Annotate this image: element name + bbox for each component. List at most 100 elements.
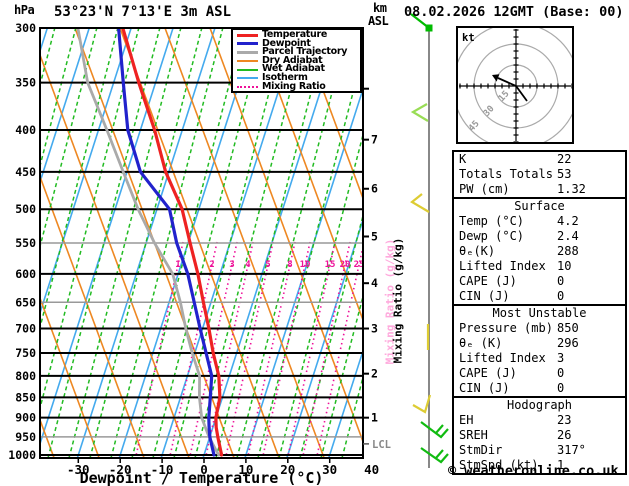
legend-swatch-solid [237, 68, 258, 71]
table-row-value: 296 [557, 336, 579, 350]
table-row: CIN (J) 0 [454, 381, 625, 396]
table-row: Totals Totals 53 [454, 167, 625, 182]
asl-unit-label: ASL [368, 14, 389, 28]
svg-text:15: 15 [325, 260, 336, 270]
sounding-indices-table: K 22 Totals Totals 53 PW (cm) 1.32 Surface Temp… [452, 150, 627, 475]
table-row-value: 3 [557, 351, 565, 365]
table-row-label: Lifted Index [459, 259, 546, 273]
legend-swatch-solid [237, 77, 258, 80]
table-row: EH 23 [454, 413, 625, 428]
table-row-value: 0 [557, 381, 565, 395]
wind-barb-column [410, 13, 449, 468]
svg-text:950: 950 [15, 430, 36, 444]
table-row: StmDir 317° [454, 443, 625, 458]
table-row-label: CAPE (J) [459, 274, 517, 288]
table-section-header: Hodograph [506, 398, 573, 412]
wind-barb [410, 193, 430, 213]
table-row-value: 23 [557, 413, 572, 427]
table-row: CIN (J) 0 [454, 289, 625, 304]
svg-text:4: 4 [371, 276, 378, 290]
svg-text:2: 2 [209, 260, 214, 270]
svg-text:4: 4 [245, 260, 251, 270]
svg-text:600: 600 [15, 267, 36, 281]
table-section: Most Unstable Pressure (mb) 850 θₑ (K) 296 Li… [454, 304, 625, 396]
svg-text:40: 40 [364, 462, 379, 477]
svg-text:8: 8 [287, 260, 292, 270]
svg-text:3: 3 [371, 322, 378, 336]
svg-text:5: 5 [265, 260, 270, 270]
table-row-value: 1.32 [557, 182, 586, 196]
legend-swatch-solid [237, 33, 258, 37]
table-row-label: Temp (°C) [459, 214, 525, 228]
svg-text:LCL: LCL [372, 439, 391, 451]
pressure-unit-label: hPa [14, 3, 35, 17]
svg-text:3: 3 [229, 260, 234, 270]
table-row: CAPE (J) 0 [454, 366, 625, 381]
lcl-marker: LCL [363, 439, 391, 451]
wind-barb [420, 447, 449, 464]
wind-barb [435, 424, 444, 434]
wind-barb [412, 394, 432, 414]
table-row: Lifted Index 3 [454, 351, 625, 366]
svg-text:2: 2 [371, 367, 378, 381]
legend-swatch-solid [237, 42, 258, 46]
mixing-ratio-axis-label: Mixing Ratio (g/kg) [391, 237, 405, 364]
km-unit-label: km [373, 1, 387, 15]
datetime-label: 08.02.2026 12GMT (Base: 00) [404, 4, 624, 20]
svg-text:300: 300 [15, 21, 36, 35]
table-row: CAPE (J) 0 [454, 274, 625, 289]
table-section: Hodograph EH 23 SREH 26 StmDir 317° StmSpd (kt)… [454, 396, 625, 473]
table-section-header: Surface [514, 199, 565, 213]
legend-box: Temperature Dewpoint Parcel Trajectory Dry … [231, 28, 362, 93]
table-row-label: Totals Totals [459, 167, 553, 181]
legend-swatch-dotted [237, 85, 258, 88]
table-row: SREH 26 [454, 428, 625, 443]
svg-text:1: 1 [175, 260, 180, 270]
table-row-label: θₑ (K) [459, 336, 503, 350]
wind-barb [420, 421, 449, 439]
table-row-value: 22 [557, 152, 572, 166]
legend-swatch-solid [237, 50, 258, 54]
table-row-label: PW (cm) [459, 182, 510, 196]
table-row: Pressure (mb) 850 [454, 321, 625, 336]
table-row: Lifted Index 10 [454, 259, 625, 274]
table-row-value: 288 [557, 244, 579, 258]
wind-barb [435, 449, 444, 459]
table-row: θₑ(K) 288 [454, 244, 625, 259]
table-row-label: Pressure (mb) [459, 321, 553, 335]
table-section-header: Most Unstable [492, 306, 587, 320]
table-row: Dewp (°C) 2.4 [454, 229, 625, 244]
svg-text:450: 450 [15, 165, 36, 179]
table-row: Temp (°C) 4.2 [454, 214, 625, 229]
svg-text:kt: kt [462, 32, 475, 44]
svg-text:800: 800 [15, 369, 36, 383]
table-row-value: 4.2 [557, 214, 579, 228]
hodograph: 153045kt [456, 26, 574, 144]
skewt-sounding-page: 300 350 400 450 500 550 600 650 700 750 800 850 900 9… [0, 0, 629, 486]
svg-text:7: 7 [371, 133, 378, 147]
table-row-value: 317° [557, 443, 586, 457]
svg-text:5: 5 [371, 229, 378, 243]
table-row-value: 10 [557, 259, 572, 273]
table-row-label: CIN (J) [459, 381, 510, 395]
footer-copyright: © weatheronline.co.uk [448, 463, 619, 479]
table-row-value: 850 [557, 321, 579, 335]
table-row-label: CAPE (J) [459, 366, 517, 380]
table-row-value: 0 [557, 366, 565, 380]
table-row-label: CIN (J) [459, 289, 510, 303]
page-title: 53°23'N 7°13'E 3m ASL [54, 4, 232, 20]
table-row-label: θₑ(K) [459, 244, 496, 258]
svg-text:500: 500 [15, 202, 36, 216]
xaxis-title: Dewpoint / Temperature (°C) [79, 469, 324, 486]
table-section: Surface Temp (°C) 4.2 Dewp (°C) 2.4 θₑ(K) 288 L… [454, 197, 625, 304]
svg-text:350: 350 [15, 76, 36, 90]
legend-label: Mixing Ratio [262, 80, 326, 92]
table-row: PW (cm) 1.32 [454, 182, 625, 197]
svg-text:20: 20 [340, 260, 351, 270]
svg-text:750: 750 [15, 346, 36, 360]
svg-text:550: 550 [15, 236, 36, 250]
table-row-value: 0 [557, 289, 565, 303]
table-section: K 22 Totals Totals 53 PW (cm) 1.32 [454, 152, 625, 197]
table-row-value: 53 [557, 167, 572, 181]
km-axis: 1 2 3 4 5 6 7 [363, 87, 378, 425]
